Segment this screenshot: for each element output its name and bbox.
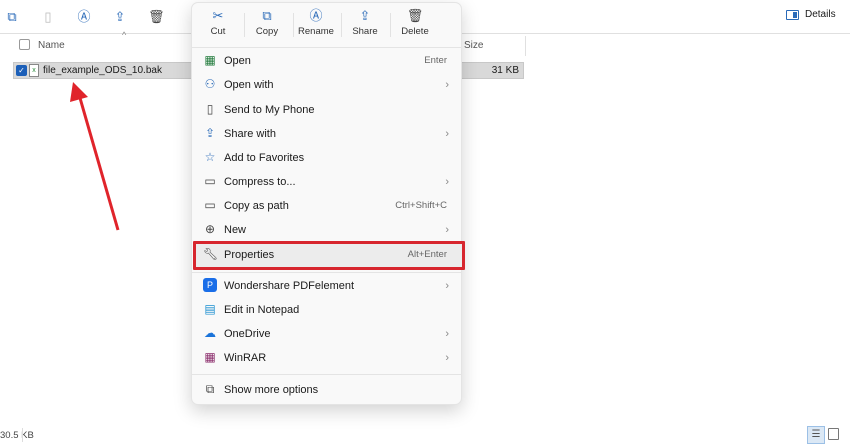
chevron-right-icon: ›	[445, 352, 449, 364]
item-label: Show more options	[224, 384, 319, 396]
share-label: Share	[352, 26, 378, 37]
copy-label: Copy	[255, 26, 279, 37]
item-label: Add to Favorites	[224, 152, 305, 164]
shortcut: Enter	[424, 55, 447, 66]
chevron-right-icon: ›	[445, 224, 449, 236]
context-menu: ✂ Cut ⧉ Copy Ⓐ Rename ⇪ Share 🗑 Delete ▦ Open E…	[191, 2, 465, 405]
scissors-icon: ✂	[212, 8, 224, 23]
chevron-right-icon: ›	[445, 176, 449, 188]
star-icon: ☆	[204, 150, 216, 164]
item-label: Share with	[224, 128, 276, 140]
item-label: Send to My Phone	[224, 104, 315, 116]
rename-icon: Ⓐ	[309, 8, 323, 23]
chevron-right-icon: ›	[445, 128, 449, 140]
item-label: Open	[224, 55, 251, 67]
chevron-right-icon: ›	[445, 79, 449, 91]
menu-item-open[interactable]: ▦ Open Enter	[196, 50, 459, 72]
trash-icon: 🗑	[406, 8, 424, 23]
item-label: Compress to...	[224, 176, 296, 188]
details-view-button[interactable]: ☰	[807, 426, 825, 444]
notepad-icon: ▤	[204, 302, 216, 316]
share-icon: ⇪	[359, 8, 371, 23]
tiles-view-button[interactable]	[828, 428, 839, 440]
menu-item-copy-path[interactable]: ▭ Copy as path Ctrl+Shift+C	[196, 195, 459, 217]
item-label: Properties	[224, 249, 275, 261]
menu-item-compress[interactable]: ▭ Compress to... ›	[196, 171, 459, 193]
chevron-right-icon: ›	[445, 280, 449, 292]
chevron-right-icon: ›	[445, 328, 449, 340]
menu-item-notepad[interactable]: ▤ Edit in Notepad	[196, 299, 459, 321]
item-label: Wondershare PDFelement	[224, 280, 355, 292]
menu-item-new[interactable]: ⊕ New ›	[196, 219, 459, 241]
item-label: Copy as path	[224, 200, 289, 212]
divider	[192, 272, 461, 273]
shortcut: Alt+Enter	[407, 249, 447, 260]
pdfelement-icon: P	[203, 278, 217, 292]
item-label: Open with	[224, 79, 274, 91]
status-size: 30.5 KB	[0, 430, 34, 441]
winrar-icon: ▦	[204, 350, 216, 364]
menu-item-pdfelement[interactable]: P Wondershare PDFelement ›	[196, 275, 459, 297]
cloud-icon: ☁	[204, 326, 216, 340]
external-icon: ⧉	[205, 382, 215, 396]
rename-label: Rename	[298, 26, 334, 37]
item-label: WinRAR	[224, 352, 267, 364]
rename-button[interactable]: Ⓐ Rename	[292, 7, 340, 45]
menu-item-onedrive[interactable]: ☁ OneDrive ›	[196, 323, 459, 345]
divider	[192, 47, 461, 48]
zip-folder-icon: ▭	[204, 174, 216, 188]
open-with-icon: ⚇	[204, 77, 216, 91]
share-icon: ⇪	[204, 126, 216, 140]
plus-circle-icon: ⊕	[204, 222, 216, 236]
divider	[22, 428, 23, 442]
delete-button[interactable]: 🗑 Delete	[391, 7, 439, 45]
phone-icon: ▯	[206, 102, 214, 116]
item-label: Edit in Notepad	[224, 304, 300, 316]
path-icon: ▭	[204, 198, 216, 212]
copy-button[interactable]: ⧉ Copy	[243, 7, 291, 45]
shortcut: Ctrl+Shift+C	[395, 200, 447, 211]
spreadsheet-icon: ▦	[204, 53, 216, 67]
cut-label: Cut	[210, 26, 226, 37]
menu-item-properties[interactable]: 🔧︎ Properties Alt+Enter	[196, 244, 459, 266]
menu-item-open-with[interactable]: ⚇ Open with ›	[196, 74, 459, 96]
cut-button[interactable]: ✂ Cut	[194, 7, 242, 45]
share-button[interactable]: ⇪ Share	[341, 7, 389, 45]
item-label: New	[224, 224, 247, 236]
wrench-icon: 🔧︎	[203, 247, 219, 261]
menu-item-show-more[interactable]: ⧉ Show more options	[196, 379, 459, 401]
copy-icon: ⧉	[262, 8, 272, 23]
divider	[192, 374, 461, 375]
item-label: OneDrive	[224, 328, 271, 340]
menu-item-send-to-phone[interactable]: ▯ Send to My Phone	[196, 99, 459, 121]
menu-item-share-with[interactable]: ⇪ Share with ›	[196, 123, 459, 145]
menu-item-winrar[interactable]: ▦ WinRAR ›	[196, 347, 459, 369]
menu-item-add-favorites[interactable]: ☆ Add to Favorites	[196, 147, 459, 169]
delete-label: Delete	[401, 26, 429, 37]
